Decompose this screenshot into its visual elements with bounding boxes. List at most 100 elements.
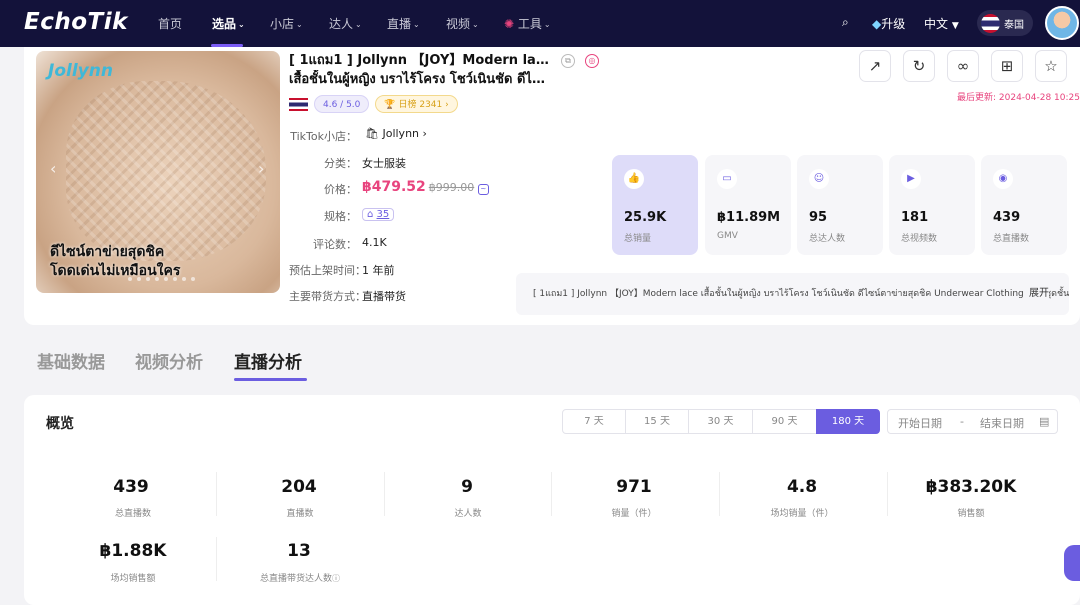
price-trend-icon[interactable]: ~ [477, 184, 489, 195]
metric-value: 4.8 [786, 477, 818, 497]
share-icon[interactable]: ↗ [859, 50, 891, 82]
nav-home[interactable]: 首页 [158, 15, 182, 32]
nav-tools[interactable]: ✺ 工具 ⌄ [504, 15, 551, 32]
calendar-icon[interactable]: ▤ [1039, 415, 1049, 428]
tab-live-analysis[interactable]: 直播分析 [234, 348, 302, 373]
product-image[interactable]: Jollynn ‹ › ดีไซน์ตาข่ายสุดชิค โดดเด่นไม่… [36, 51, 280, 293]
metric-label: 直播数 [286, 509, 314, 519]
listed-label: 预估上架时间： [289, 264, 366, 277]
search-icon[interactable]: ⌕ [842, 15, 849, 30]
metric-label: 销售额 [957, 509, 985, 519]
overview-title: 概览 [46, 416, 74, 432]
nav-influencers[interactable]: 达人 ⌄ [329, 15, 362, 32]
shop-label: TikTok小店： [290, 130, 357, 143]
wallet-icon: ▭ [717, 169, 737, 189]
nav-products[interactable]: 选品 ⌄ [212, 15, 245, 32]
reviews-value: 4.1K [362, 236, 387, 249]
date-range-picker[interactable]: 开始日期 - 结束日期 ▤ [887, 409, 1058, 434]
product-photo [66, 81, 266, 261]
range-7d[interactable]: 7 天 [562, 409, 626, 434]
thumb-up-icon: 👍 [624, 169, 644, 189]
image-carousel-dots[interactable] [128, 277, 195, 281]
divider [551, 472, 552, 516]
echotik-logo[interactable]: EchoTik [24, 9, 128, 35]
divider [887, 472, 888, 516]
expand-button[interactable]: 展开 [1025, 273, 1049, 315]
caret-down-icon: ▼ [951, 21, 959, 31]
range-180d[interactable]: 180 天 [816, 409, 880, 434]
price-label: 价格： [324, 183, 357, 196]
metric-value: 13 [287, 541, 311, 561]
nav-shops[interactable]: 小店 ⌄ [270, 15, 303, 32]
reviews-label: 评论数： [313, 238, 357, 251]
divider [216, 537, 217, 581]
image-next-arrow-icon[interactable]: › [258, 159, 264, 178]
last-update: 最后更新: 2024-04-28 10:25 [957, 93, 1080, 103]
rank-badge[interactable]: 🏆 日榜 2341 › [375, 95, 458, 113]
favorite-star-icon[interactable]: ☆ [1035, 50, 1067, 82]
language-select[interactable]: 中文 ▼ [924, 15, 959, 32]
start-date-input[interactable]: 开始日期 [898, 415, 942, 431]
copy-icon[interactable]: ⧉ [561, 54, 575, 68]
stat-gmv[interactable]: ▭ ฿11.89M GMV [705, 155, 791, 255]
tab-basic-data[interactable]: 基础数据 [37, 348, 105, 373]
metric-label: 场均销量（件） [770, 509, 834, 519]
tools-icon: ✺ [504, 17, 515, 31]
chevron-down-icon: ⌄ [238, 20, 245, 29]
range-15d[interactable]: 15 天 [625, 409, 689, 434]
metric-label: 场均销售额 [110, 574, 156, 584]
divider [719, 472, 720, 516]
sales-method-value: 直播带货 [362, 290, 406, 303]
nav-live[interactable]: 直播 ⌄ [387, 15, 420, 32]
stat-videos[interactable]: ▶ 181 总视频数 [889, 155, 975, 255]
category-value: 女士服装 [362, 157, 406, 170]
metric-value: 439 [113, 477, 149, 497]
chat-support-button[interactable] [1064, 545, 1080, 581]
shop-bag-icon: 🛍 [365, 127, 379, 140]
image-prev-arrow-icon[interactable]: ‹ [50, 159, 56, 178]
country-select[interactable]: 泰国 [977, 10, 1033, 36]
avatar[interactable] [1045, 6, 1079, 40]
rating-badge: 4.6 / 5.0 [314, 95, 370, 113]
video-icon: ▶ [901, 169, 921, 189]
metric-label: 销量（件） [611, 509, 657, 519]
product-tags: 4.6 / 5.0 🏆 日榜 2341 › [289, 95, 458, 113]
end-date-input[interactable]: 结束日期 [980, 415, 1024, 431]
stat-influencers[interactable]: ☺ 95 总达人数 [797, 155, 883, 255]
metric-label: 达人数 [454, 509, 482, 519]
tiktok-link-icon[interactable]: ◎ [585, 54, 599, 68]
refresh-icon[interactable]: ↻ [903, 50, 935, 82]
spec-chip[interactable]: ⌂ 35 [362, 207, 395, 221]
original-price: ฿999.00 [428, 181, 475, 194]
thailand-flag-icon [289, 97, 308, 111]
chevron-down-icon: ⌄ [543, 20, 551, 29]
nav-videos[interactable]: 视频 ⌄ [446, 15, 479, 32]
upgrade-button[interactable]: ◆升级 [872, 15, 905, 32]
shop-link[interactable]: 🛍 Jollynn › [365, 127, 427, 140]
range-90d[interactable]: 90 天 [752, 409, 817, 434]
stat-total-sales[interactable]: 👍 25.9K 总销量 [612, 155, 698, 255]
image-brand-logo: Jollynn [48, 61, 113, 81]
live-icon: ◉ [993, 169, 1013, 189]
qr-code-icon[interactable]: ⊞ [991, 50, 1023, 82]
link-icon[interactable]: ∞ [947, 50, 979, 82]
metric-value: 9 [461, 477, 473, 497]
stat-lives[interactable]: ◉ 439 总直播数 [981, 155, 1067, 255]
info-icon[interactable]: ⓘ [332, 574, 340, 583]
image-caption: ดีไซน์ตาข่ายสุดชิค โดดเด่นไม่เหมือนใคร [50, 244, 181, 279]
top-nav: EchoTik 首页 选品 ⌄ 小店 ⌄ 达人 ⌄ 直播 ⌄ 视频 ⌄ ✺ 工具 ⌄ ⌕ ◆… [0, 0, 1080, 47]
metric-label: 总直播带货达人数ⓘ [259, 574, 341, 584]
tab-active-indicator [234, 378, 307, 381]
divider [216, 472, 217, 516]
price-value: ฿479.52 ฿999.00 ~ [362, 179, 489, 195]
tab-video-analysis[interactable]: 视频分析 [135, 348, 203, 373]
tag-icon: ⌂ [367, 209, 374, 220]
date-separator: - [960, 415, 964, 428]
metric-value: ฿1.88K [99, 541, 167, 561]
metric-label: 总直播数 [114, 509, 152, 519]
chevron-down-icon: ⌄ [413, 20, 420, 29]
diamond-icon: ◆ [872, 17, 882, 31]
thailand-flag-icon [981, 13, 1000, 33]
trophy-icon: 🏆 [384, 100, 396, 110]
range-30d[interactable]: 30 天 [688, 409, 753, 434]
